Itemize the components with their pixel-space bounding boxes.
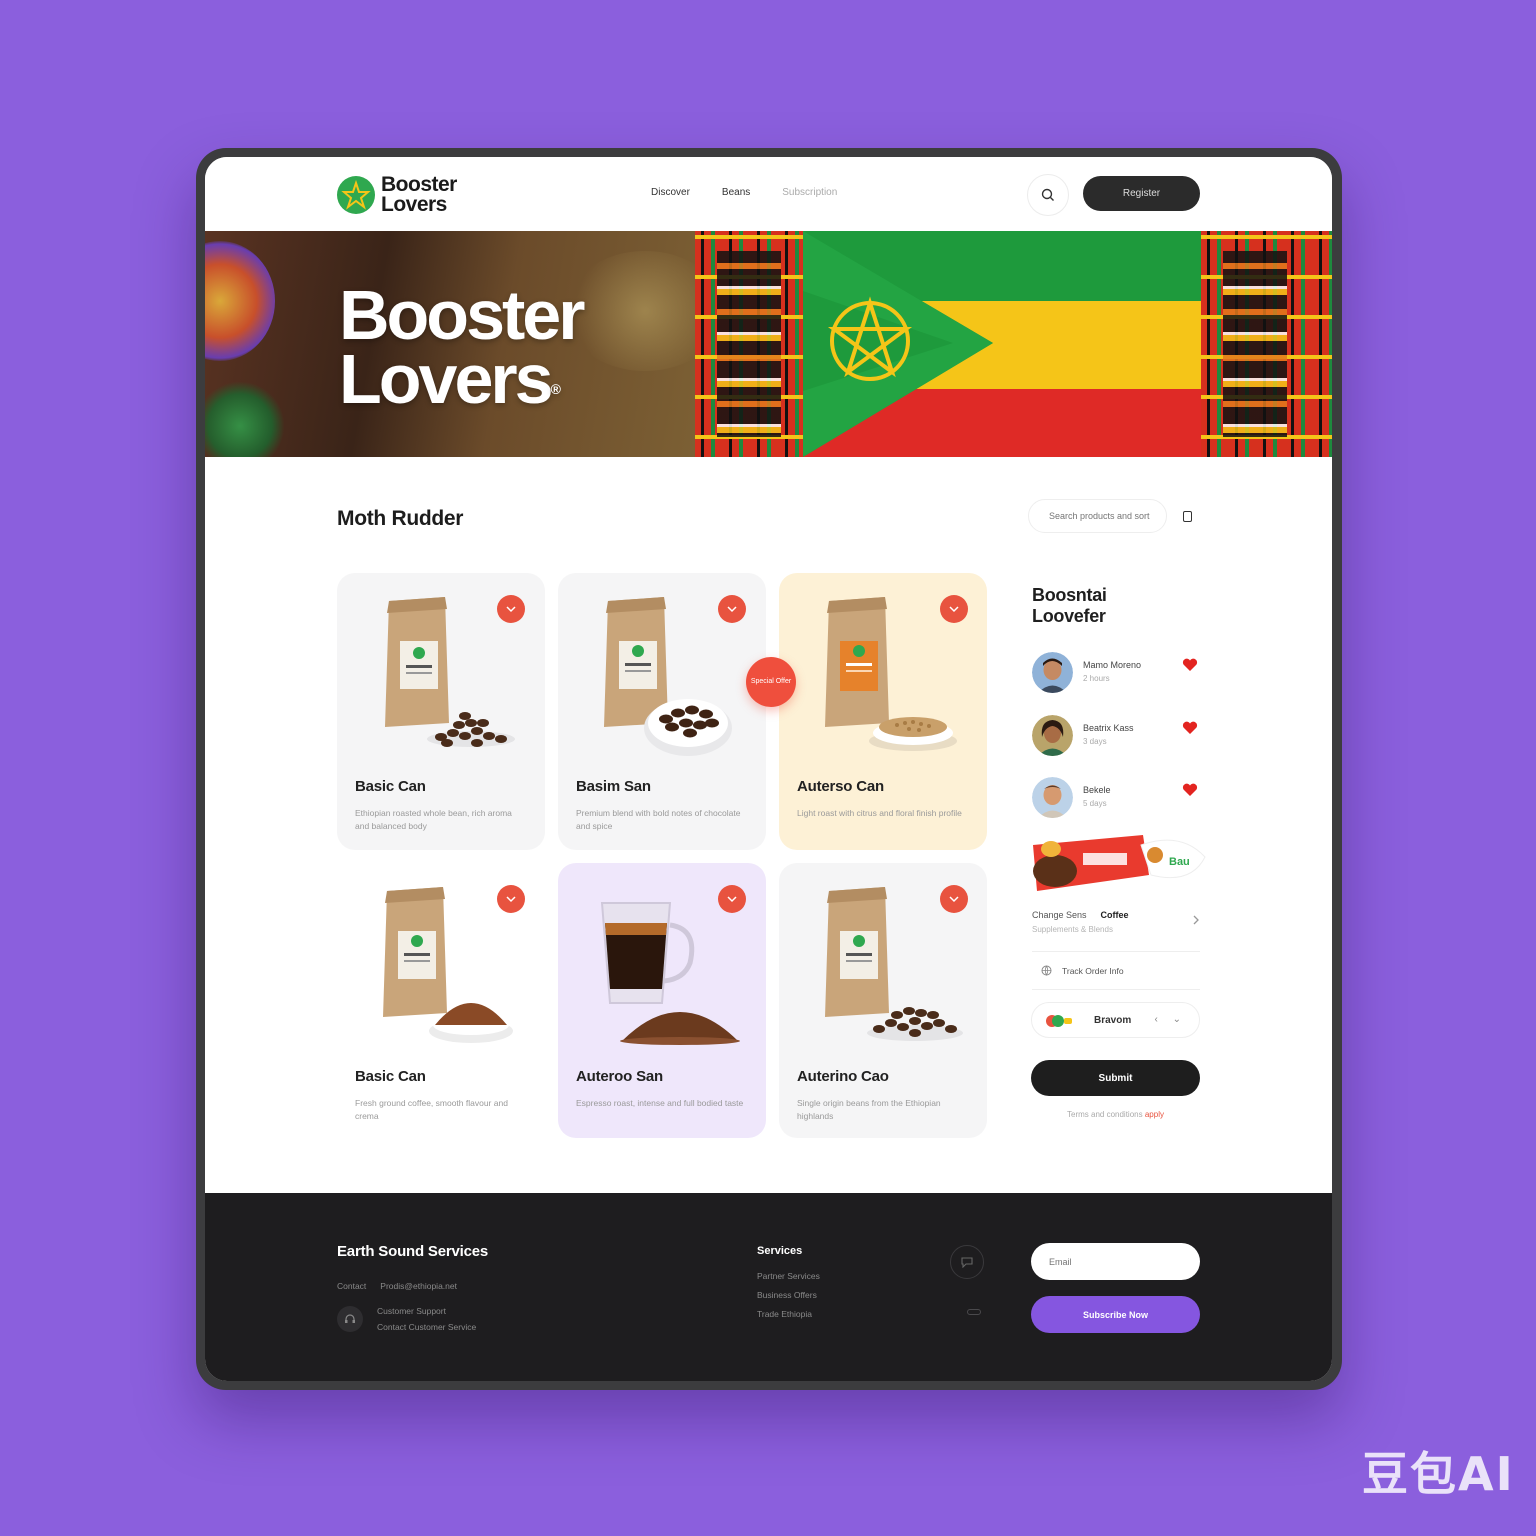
avatar xyxy=(1032,715,1073,756)
chevron-down-icon xyxy=(506,896,516,903)
app-window: Booster Lovers Discover Beans Subscripti… xyxy=(205,157,1332,1381)
user-list-item[interactable]: Mamo Moreno 2 hours xyxy=(1032,652,1202,694)
bookmark-icon[interactable] xyxy=(1183,511,1192,522)
chevron-right-icon xyxy=(1193,915,1199,925)
product-card[interactable]: Auterino Cao Single origin beans from th… xyxy=(779,863,987,1138)
register-button[interactable]: Register xyxy=(1083,176,1200,211)
footer-link[interactable]: Business Offers xyxy=(757,1290,820,1300)
product-description: Ethiopian roasted whole bean, rich aroma… xyxy=(355,808,512,831)
footer-title: Earth Sound Services xyxy=(337,1243,489,1260)
section-title: Moth Rudder xyxy=(337,507,464,530)
favorite-button[interactable] xyxy=(940,595,968,623)
product-description: Fresh ground coffee, smooth flavour and … xyxy=(355,1098,508,1121)
favorite-button[interactable] xyxy=(497,885,525,913)
terms-link[interactable]: apply xyxy=(1145,1110,1164,1119)
kente-pattern-left xyxy=(695,231,803,457)
headset-icon xyxy=(337,1306,363,1332)
product-name: Auterso Can xyxy=(797,778,884,795)
search-button[interactable] xyxy=(1027,174,1069,216)
chevron-down-icon xyxy=(727,606,737,613)
sale-badge[interactable]: Special Offer xyxy=(746,657,796,707)
chevron-down-icon xyxy=(727,896,737,903)
chevron-down-icon xyxy=(506,606,516,613)
product-name: Auteroo San xyxy=(576,1068,663,1085)
footer-link[interactable]: Partner Services xyxy=(757,1271,820,1281)
subscribe-button[interactable]: Subscribe Now xyxy=(1031,1296,1200,1333)
footer: Earth Sound Services Contact Prodis@ethio… xyxy=(205,1193,1332,1381)
email-field[interactable] xyxy=(1031,1243,1200,1280)
logo-text: Booster Lovers xyxy=(381,173,457,216)
top-bar: Booster Lovers Discover Beans Subscripti… xyxy=(205,157,1332,231)
logo-star-icon xyxy=(337,176,375,214)
divider xyxy=(1032,951,1200,952)
footer-contact: Contact Prodis@ethiopia.net xyxy=(337,1281,457,1291)
watermark: 豆包AI xyxy=(1362,1447,1515,1501)
footer-services: Services Partner Services Business Offer… xyxy=(757,1245,820,1319)
chevron-down-icon xyxy=(949,896,959,903)
chevron-toggle-icon[interactable]: ‹ ⌄ xyxy=(1155,1014,1188,1025)
chat-icon[interactable] xyxy=(950,1245,984,1279)
product-description: Single origin beans from the Ethiopian h… xyxy=(797,1098,941,1121)
favorite-button[interactable] xyxy=(497,595,525,623)
globe-icon xyxy=(1041,965,1052,976)
product-name: Auterino Cao xyxy=(797,1068,889,1085)
ethiopian-flag-graphic xyxy=(803,231,1201,457)
footer-email-link[interactable]: Prodis@ethiopia.net xyxy=(380,1281,457,1291)
product-description: Premium blend with bold notes of chocola… xyxy=(576,808,741,831)
promo-banner-image[interactable]: Bau xyxy=(1031,835,1207,893)
heart-icon[interactable] xyxy=(1182,658,1198,672)
brand-logo[interactable]: Booster Lovers xyxy=(337,173,457,216)
product-name: Basic Can xyxy=(355,1068,426,1085)
product-description: Light roast with citrus and floral finis… xyxy=(797,808,962,818)
user-list-item[interactable]: Bekele 5 days xyxy=(1032,777,1202,819)
avatar xyxy=(1032,652,1073,693)
product-thumbnail-icon xyxy=(1046,1015,1072,1027)
chevron-down-icon xyxy=(949,606,959,613)
favorite-button[interactable] xyxy=(718,595,746,623)
search-icon xyxy=(1041,188,1054,201)
nav-subscription[interactable]: Subscription xyxy=(782,187,837,198)
toggle-icon[interactable] xyxy=(967,1309,981,1315)
product-card[interactable]: Basim San Premium blend with bold notes … xyxy=(558,573,766,850)
hero-title: Booster Lovers® xyxy=(339,276,585,418)
product-name: Basic Can xyxy=(355,778,426,795)
divider xyxy=(1032,989,1200,990)
product-name: Basim San xyxy=(576,778,651,795)
hero-banner: Booster Lovers® xyxy=(205,231,1332,457)
heart-icon[interactable] xyxy=(1182,783,1198,797)
favorite-button[interactable] xyxy=(718,885,746,913)
product-description: Espresso roast, intense and full bodied … xyxy=(576,1098,744,1108)
product-card[interactable]: Basic Can Fresh ground coffee, smooth fl… xyxy=(337,863,545,1138)
track-order-link[interactable]: Track Order Info xyxy=(1041,965,1124,976)
sidebar-title: Boosntai Loovefer xyxy=(1032,585,1107,626)
nav-discover[interactable]: Discover xyxy=(651,187,690,198)
filter-input[interactable] xyxy=(1028,499,1167,533)
product-card[interactable]: Auteroo San Espresso roast, intense and … xyxy=(558,863,766,1138)
main-nav: Discover Beans Subscription xyxy=(651,187,837,198)
avatar xyxy=(1032,777,1073,818)
product-card[interactable]: Auterso Can Light roast with citrus and … xyxy=(779,573,987,850)
favorite-button[interactable] xyxy=(940,885,968,913)
promo-info-row[interactable]: Change Sens Coffee Supplements & Blends xyxy=(1032,910,1200,934)
svg-text:Bau: Bau xyxy=(1169,856,1190,868)
submit-button[interactable]: Submit xyxy=(1031,1060,1200,1096)
footer-link[interactable]: Trade Ethiopia xyxy=(757,1309,820,1319)
heart-icon[interactable] xyxy=(1182,721,1198,735)
kente-pattern-right xyxy=(1201,231,1332,457)
product-card[interactable]: Basic Can Ethiopian roasted whole bean, … xyxy=(337,573,545,850)
nav-beans[interactable]: Beans xyxy=(722,187,750,198)
footer-support[interactable]: Customer Support Contact Customer Servic… xyxy=(337,1303,476,1335)
option-select[interactable]: Bravom ‹ ⌄ xyxy=(1031,1002,1200,1038)
terms-text: Terms and conditions apply xyxy=(1067,1110,1164,1119)
user-list-item[interactable]: Beatrix Kass 3 days xyxy=(1032,715,1202,757)
